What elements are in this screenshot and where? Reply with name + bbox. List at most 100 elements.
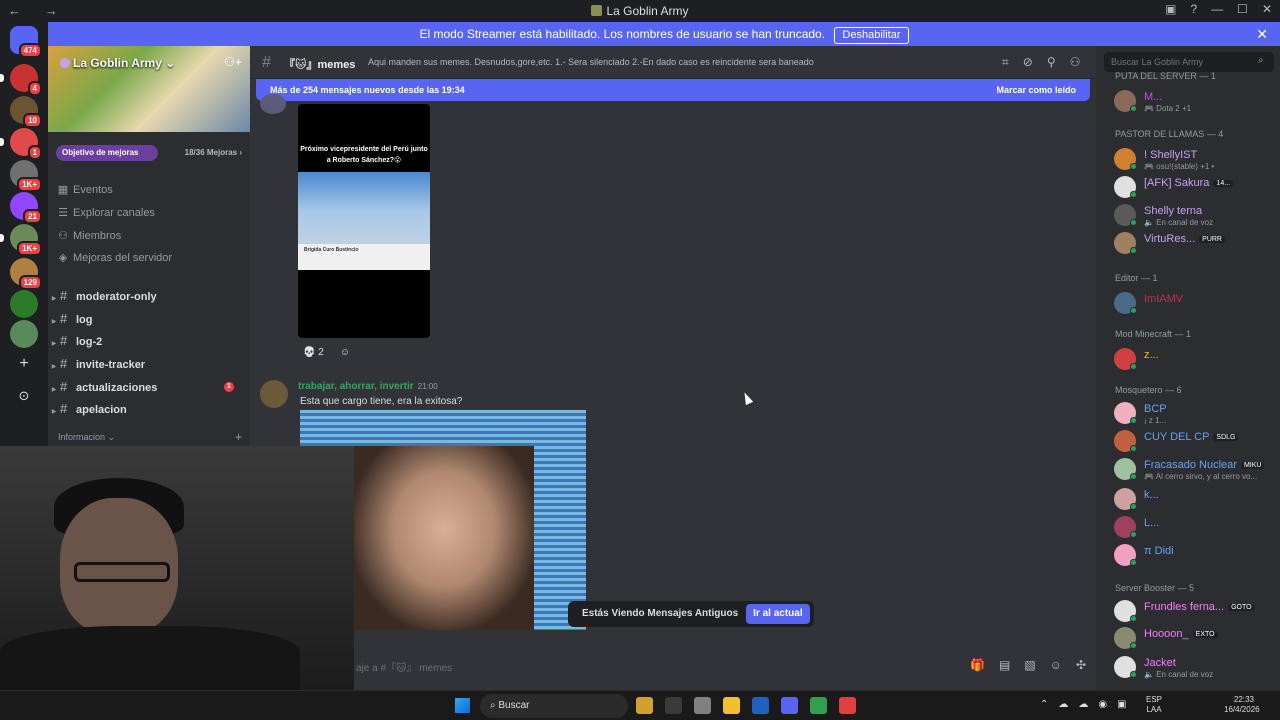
threads-icon[interactable]: ⌗	[1002, 55, 1009, 70]
clock-date: 16/4/2026	[1224, 705, 1260, 714]
member-name: VirtuRes...	[1144, 233, 1196, 245]
emoji-icon[interactable]: ☺	[1050, 658, 1062, 672]
chevron-right-icon: ▶	[51, 409, 57, 415]
member-item[interactable]: Jacket 🔈 En canal de voz	[1114, 655, 1276, 681]
add-channel-icon[interactable]: +	[235, 430, 242, 444]
member-item[interactable]: Frundles ferna... GOTO	[1114, 599, 1276, 625]
apps-icon[interactable]: ✣	[1076, 658, 1086, 672]
menu-server-boosts[interactable]: ◈ Mejoras del servidor	[56, 248, 242, 268]
member-item[interactable]: z...	[1114, 347, 1276, 373]
server-icon[interactable]: 10	[10, 96, 42, 128]
jump-to-present-button[interactable]: Ir al actual	[746, 604, 810, 624]
member-item[interactable]: Hoooon_ EXTO	[1114, 626, 1276, 652]
close-button[interactable]: ✕	[1262, 2, 1272, 16]
member-item[interactable]: VirtuRes... PURR	[1114, 231, 1276, 257]
member-item[interactable]: L...	[1114, 515, 1276, 541]
member-item[interactable]: π Didi	[1114, 543, 1276, 569]
discover-icon[interactable]: ⊙	[10, 382, 38, 410]
server-name-wrap[interactable]: La Goblin Army ⌄	[60, 56, 175, 70]
maximize-button[interactable]: ☐	[1237, 2, 1248, 16]
taskbar-search[interactable]: ⌕ Buscar	[480, 694, 628, 718]
member-group-header: Mosquetero — 6	[1115, 385, 1182, 395]
cloud-icon[interactable]: ☁	[1078, 699, 1088, 710]
message-composer[interactable]: aje a #『🐱』 memes 🎁 ▤ ▧ ☺ ✣	[250, 650, 1096, 680]
mute-icon[interactable]: ⊘	[1023, 55, 1033, 70]
member-item[interactable]: M... 🎮 Dota 2 +1	[1114, 89, 1276, 115]
member-item[interactable]: CUY DEL CP SDLG	[1114, 429, 1276, 455]
channel-topic[interactable]: Aqui manden sus memes. Desnudos,gore,etc…	[368, 57, 814, 67]
webcam-glasses	[74, 562, 170, 582]
mark-read-button[interactable]: Marcar como leído	[996, 79, 1076, 101]
member-item[interactable]: Shelly terna 🔈 En canal de voz	[1114, 203, 1276, 229]
sticker-icon[interactable]: ▧	[1024, 658, 1035, 672]
category-informacion[interactable]: Informacion ⌄ +	[58, 430, 242, 444]
image-embed[interactable]: Próximo vicepresidente del Perú junto a …	[298, 104, 430, 338]
language-indicator[interactable]: ESP LAA	[1146, 695, 1162, 715]
members-toggle-icon[interactable]: ⚇	[1070, 55, 1081, 70]
reaction-skull[interactable]: 💀 2	[298, 344, 329, 362]
channel-log[interactable]: ▶ # log	[48, 309, 242, 329]
close-icon[interactable]: ✕	[1256, 22, 1268, 46]
server-icon[interactable]: 4	[0, 64, 42, 96]
security-icon[interactable]: ◉	[1098, 699, 1107, 710]
taskbar-app-icon[interactable]	[665, 697, 682, 714]
chat-area: # 『🐱』memes Aqui manden sus memes. Desnud…	[250, 46, 1096, 690]
add-reaction-button[interactable]: ☺	[335, 344, 355, 362]
server-banner[interactable]: La Goblin Army ⌄ ⚇+	[48, 46, 250, 132]
status-indicator	[1130, 445, 1137, 452]
menu-events[interactable]: ▦ Eventos	[56, 180, 242, 200]
disable-streamer-button[interactable]: Deshabilitar	[834, 27, 909, 44]
member-item[interactable]: Fracasado Nuclear MIKU 🎮 Al cerro sirvo, y…	[1114, 457, 1276, 483]
avatar[interactable]	[260, 380, 288, 408]
category-label: Informacion ⌄	[58, 432, 116, 442]
channel-moderator-only[interactable]: ▶ # moderator-only	[48, 286, 242, 306]
server-icon[interactable]: 1K+	[0, 224, 42, 256]
boost-goal[interactable]: Objetivo de mejoras 18/36 Mejoras ›	[56, 145, 242, 161]
taskbar-app-icon[interactable]	[781, 697, 798, 714]
menu-browse-channels[interactable]: ☰ Explorar canales	[56, 203, 242, 223]
channel-invite-tracker[interactable]: ▶ # invite-tracker	[48, 354, 242, 374]
inbox-icon[interactable]: ▣	[1165, 2, 1176, 16]
server-icon[interactable]	[10, 320, 38, 348]
invite-icon[interactable]: ⚇+	[224, 55, 242, 69]
member-item[interactable]: BCP ¡ z 1...	[1114, 401, 1276, 427]
minimize-button[interactable]: —	[1211, 2, 1223, 16]
taskbar-app-icon[interactable]	[723, 697, 740, 714]
member-item[interactable]: [AFK] Sakura 14...	[1114, 175, 1276, 201]
member-item[interactable]: ImIAMV	[1114, 291, 1276, 317]
taskbar-app-icon[interactable]	[752, 697, 769, 714]
taskbar-app-icon[interactable]	[694, 697, 711, 714]
server-icon[interactable]: 1K+	[10, 160, 42, 192]
server-icon[interactable]	[10, 290, 38, 318]
gif-icon[interactable]: ▤	[999, 658, 1010, 672]
server-icon[interactable]: 474	[10, 26, 42, 58]
gift-icon[interactable]: 🎁	[970, 658, 985, 672]
menu-members[interactable]: ⚇ Miembros	[56, 226, 242, 246]
member-item[interactable]: ! ShellyIST 🎮 osu!(stable) +1 •	[1114, 147, 1276, 173]
help-icon[interactable]: ?	[1190, 2, 1197, 16]
channel-header: # 『🐱』memes Aqui manden sus memes. Desnud…	[250, 46, 1096, 79]
channel-actualizaciones[interactable]: ▶ # actualizaciones 1	[48, 377, 242, 397]
member-name-wrap: k...	[1144, 489, 1159, 501]
windows-start-icon[interactable]	[455, 698, 470, 713]
pin-icon[interactable]: ⚲	[1047, 55, 1056, 70]
onedrive-icon[interactable]: ☁	[1058, 699, 1068, 710]
message-author[interactable]: trabajar, ahorrar, invertir 21:00	[298, 381, 438, 392]
channel-apelacion[interactable]: ▶ # apelacion	[48, 399, 242, 419]
tray-chevron-icon[interactable]: ⌃	[1040, 699, 1048, 710]
server-icon[interactable]: 129	[10, 258, 42, 290]
server-icon[interactable]: 21	[10, 192, 42, 224]
member-item[interactable]: k...	[1114, 487, 1276, 513]
monitor-icon[interactable]: ▣	[1117, 699, 1126, 710]
search-input[interactable]	[1104, 52, 1274, 72]
avatar[interactable]	[260, 94, 286, 114]
taskbar-app-icon[interactable]	[810, 697, 827, 714]
new-messages-bar[interactable]: Más de 254 mensajes nuevos desde las 19:…	[256, 79, 1090, 101]
taskbar-app-icon[interactable]	[636, 697, 653, 714]
server-icon[interactable]: 1	[0, 128, 42, 160]
clock[interactable]: 22:33 16/4/2026	[1224, 695, 1260, 715]
taskbar-app-icon[interactable]	[839, 697, 856, 714]
channel-log-2[interactable]: ▶ # log-2	[48, 331, 242, 351]
add-server-icon[interactable]: +	[10, 350, 38, 378]
composer-placeholder[interactable]: aje a #『🐱』 memes	[356, 659, 452, 674]
